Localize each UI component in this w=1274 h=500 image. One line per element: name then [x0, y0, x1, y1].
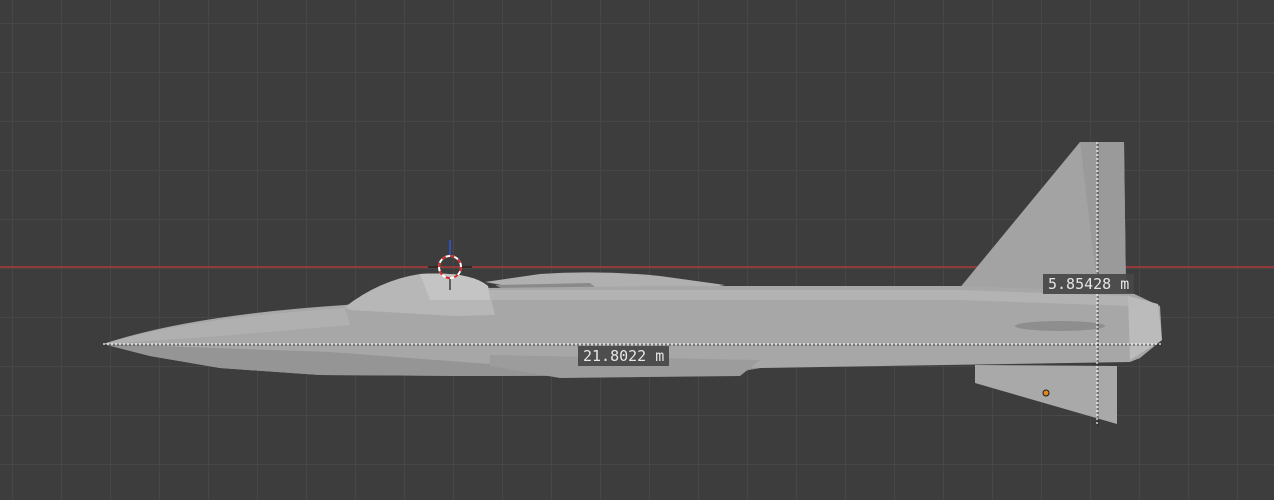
- height-measurement-label: 5.85428 m: [1043, 274, 1135, 294]
- side-strake: [1015, 321, 1105, 331]
- engine-nozzle: [1128, 296, 1162, 360]
- 3d-viewport[interactable]: 21.8022 m 5.85428 m: [0, 0, 1274, 500]
- object-origin-icon[interactable]: [1042, 389, 1050, 397]
- aircraft-mesh[interactable]: [103, 142, 1162, 424]
- viewport-scene[interactable]: [0, 0, 1274, 500]
- length-measurement-label: 21.8022 m: [578, 346, 670, 366]
